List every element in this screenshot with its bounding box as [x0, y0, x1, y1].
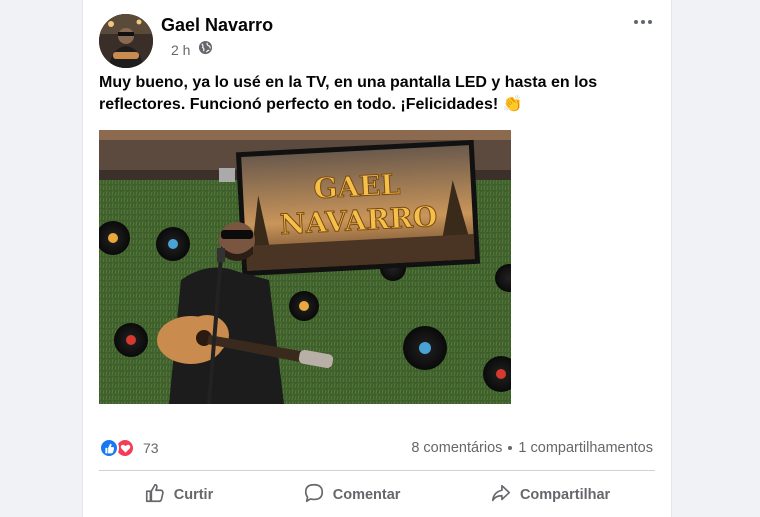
- comments-count[interactable]: 8 comentários: [411, 440, 502, 456]
- reaction-count: 73: [143, 440, 159, 456]
- engagement-stats: 8 comentários 1 compartilhamentos: [411, 440, 653, 456]
- shares-count[interactable]: 1 compartilhamentos: [518, 440, 653, 456]
- separator-dot: [508, 446, 513, 450]
- post-time[interactable]: 2 h: [171, 42, 190, 58]
- avatar[interactable]: [99, 14, 153, 68]
- sign-line-1: GAEL: [313, 168, 402, 206]
- comment-button[interactable]: Comentar: [291, 478, 413, 512]
- more-dot: [641, 20, 645, 24]
- post-photo[interactable]: GAEL NAVARRO: [99, 130, 511, 404]
- more-dot: [648, 20, 652, 24]
- tv-screen: GAEL NAVARRO: [235, 139, 481, 277]
- share-icon: [490, 482, 512, 508]
- post-meta: 2 h: [171, 40, 213, 60]
- action-bar: Curtir Comentar Compartilhar: [99, 478, 655, 512]
- more-dot: [634, 20, 638, 24]
- author-name[interactable]: Gael Navarro: [161, 15, 273, 36]
- thumbs-up-icon: [144, 482, 166, 508]
- comment-icon: [303, 482, 325, 508]
- reactions-summary[interactable]: 73: [99, 438, 159, 458]
- share-button[interactable]: Compartilhar: [478, 478, 622, 512]
- like-button[interactable]: Curtir: [132, 478, 225, 512]
- divider: [99, 470, 655, 471]
- like-icon: [99, 438, 119, 458]
- more-options-button[interactable]: [629, 10, 657, 34]
- share-label: Compartilhar: [519, 487, 611, 503]
- globe-icon: [198, 40, 213, 60]
- comment-label: Comentar: [332, 487, 401, 503]
- post-card: Gael Navarro 2 h Muy bueno, ya lo usé en…: [82, 0, 672, 517]
- like-label: Curtir: [173, 487, 214, 503]
- post-text: Muy bueno, ya lo usé en la TV, en una pa…: [99, 74, 598, 113]
